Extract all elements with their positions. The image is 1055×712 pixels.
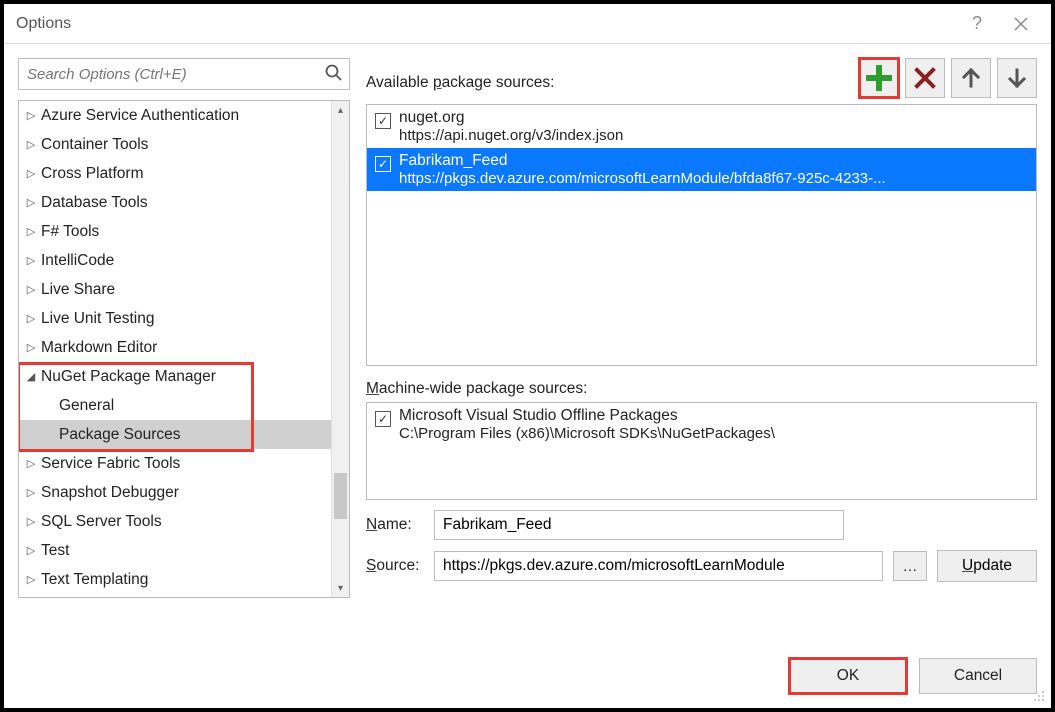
resize-grip-icon[interactable]: [1031, 688, 1045, 702]
update-button[interactable]: Update: [937, 550, 1037, 582]
tree-item-live-unit-testing[interactable]: ▷Live Unit Testing: [19, 304, 331, 333]
source-name: Microsoft Visual Studio Offline Packages: [399, 407, 1030, 425]
options-tree-container: ▷Azure Service Authentication ▷Container…: [18, 100, 350, 598]
options-tree[interactable]: ▷Azure Service Authentication ▷Container…: [19, 101, 331, 597]
source-label: Source:: [366, 557, 424, 575]
expand-icon: ▷: [23, 167, 39, 180]
tree-item-nuget-package-sources[interactable]: Package Sources: [19, 420, 331, 449]
available-sources-list[interactable]: ✓ nuget.org https://api.nuget.org/v3/ind…: [366, 104, 1037, 366]
expand-icon: ▷: [23, 138, 39, 151]
source-checkbox[interactable]: ✓: [375, 156, 391, 172]
tree-item-container-tools[interactable]: ▷Container Tools: [19, 130, 331, 159]
tree-item-fsharp-tools[interactable]: ▷F# Tools: [19, 217, 331, 246]
search-options: [18, 58, 350, 90]
titlebar: Options ?: [4, 4, 1051, 44]
expand-icon: ▷: [23, 573, 39, 586]
ellipsis-icon: …: [903, 558, 918, 575]
help-button[interactable]: ?: [955, 5, 999, 43]
up-icon: [960, 67, 982, 89]
expand-icon: ▷: [23, 312, 39, 325]
tree-item-live-share[interactable]: ▷Live Share: [19, 275, 331, 304]
source-name: Fabrikam_Feed: [399, 152, 1030, 170]
expand-icon: ▷: [23, 544, 39, 557]
source-name: nuget.org: [399, 109, 1030, 127]
expand-icon: ▷: [23, 515, 39, 528]
expand-icon: ▷: [23, 225, 39, 238]
collapse-icon: ◢: [23, 370, 39, 383]
expand-icon: ▷: [23, 196, 39, 209]
tree-item-cross-platform[interactable]: ▷Cross Platform: [19, 159, 331, 188]
name-label: Name:: [366, 516, 424, 534]
search-input[interactable]: [18, 58, 350, 90]
expand-icon: ▷: [23, 341, 39, 354]
source-row-fabrikam-feed[interactable]: ✓ Fabrikam_Feed https://pkgs.dev.azure.c…: [367, 148, 1036, 191]
source-url: https://pkgs.dev.azure.com/microsoftLear…: [399, 170, 1030, 187]
tree-item-markdown-editor[interactable]: ▷Markdown Editor: [19, 333, 331, 362]
source-checkbox[interactable]: ✓: [375, 411, 391, 427]
add-icon: [866, 65, 892, 91]
tree-item-nuget-general[interactable]: General: [19, 391, 331, 420]
source-row-nuget-org[interactable]: ✓ nuget.org https://api.nuget.org/v3/ind…: [367, 105, 1036, 148]
scroll-thumb[interactable]: [334, 473, 347, 519]
tree-scrollbar[interactable]: ▴ ▾: [331, 101, 349, 597]
available-sources-label: Available package sources:: [366, 58, 859, 92]
tree-item-text-templating[interactable]: ▷Text Templating: [19, 565, 331, 594]
scroll-down-icon[interactable]: ▾: [332, 579, 349, 597]
expand-icon: ▷: [23, 457, 39, 470]
move-down-button[interactable]: [997, 58, 1037, 98]
source-url: https://api.nuget.org/v3/index.json: [399, 127, 1030, 144]
source-checkbox[interactable]: ✓: [375, 113, 391, 129]
scroll-up-icon[interactable]: ▴: [332, 101, 349, 119]
close-button[interactable]: [999, 5, 1043, 43]
machine-wide-sources-list[interactable]: ✓ Microsoft Visual Studio Offline Packag…: [366, 402, 1037, 500]
remove-source-button[interactable]: [905, 58, 945, 98]
move-up-button[interactable]: [951, 58, 991, 98]
expand-icon: ▷: [23, 109, 39, 122]
search-icon: [324, 63, 344, 87]
cancel-button[interactable]: Cancel: [919, 658, 1037, 694]
tree-item-azure-service-authentication[interactable]: ▷Azure Service Authentication: [19, 101, 331, 130]
tree-item-snapshot-debugger[interactable]: ▷Snapshot Debugger: [19, 478, 331, 507]
tree-item-nuget-package-manager[interactable]: ◢NuGet Package Manager: [19, 362, 331, 391]
machine-wide-sources-label: Machine-wide package sources:: [366, 380, 1037, 398]
source-url: C:\Program Files (x86)\Microsoft SDKs\Nu…: [399, 425, 1030, 442]
tree-item-service-fabric-tools[interactable]: ▷Service Fabric Tools: [19, 449, 331, 478]
expand-icon: ▷: [23, 254, 39, 267]
expand-icon: ▷: [23, 283, 39, 296]
tree-item-web-forms-designer[interactable]: ▷Web Forms Designer: [19, 594, 331, 597]
source-row-vs-offline[interactable]: ✓ Microsoft Visual Studio Offline Packag…: [367, 403, 1036, 446]
tree-item-test[interactable]: ▷Test: [19, 536, 331, 565]
browse-button[interactable]: …: [893, 551, 927, 581]
source-input[interactable]: [434, 551, 883, 581]
expand-icon: ▷: [23, 486, 39, 499]
tree-item-sql-server-tools[interactable]: ▷SQL Server Tools: [19, 507, 331, 536]
tree-item-intellicode[interactable]: ▷IntelliCode: [19, 246, 331, 275]
name-input[interactable]: [434, 510, 844, 540]
ok-button[interactable]: OK: [789, 658, 907, 694]
options-dialog: Options ? ▷Azure Service Authentication …: [0, 0, 1055, 712]
down-icon: [1006, 67, 1028, 89]
tree-item-database-tools[interactable]: ▷Database Tools: [19, 188, 331, 217]
window-title: Options: [12, 15, 955, 33]
add-source-button[interactable]: [859, 58, 899, 98]
delete-icon: [912, 65, 938, 91]
